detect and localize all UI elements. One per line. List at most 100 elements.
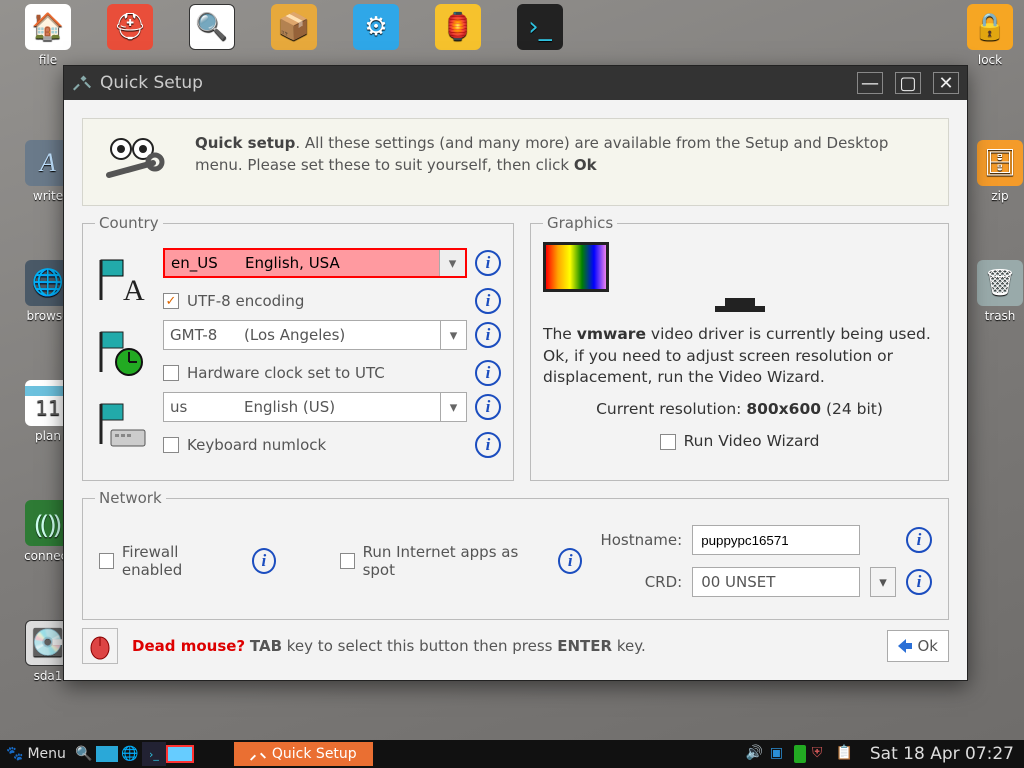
intro-text: Quick setup. All these settings (and man… <box>195 133 928 177</box>
locale-code: en_US <box>165 254 235 272</box>
taskbar-clock[interactable]: Sat 18 Apr 07:27 <box>860 744 1024 764</box>
desktop-icon-term[interactable]: ›_ <box>508 4 572 50</box>
hwclock-checkbox[interactable]: Hardware clock set to UTC <box>163 364 385 382</box>
desktop-icon-trash[interactable]: 🗑 trash <box>968 260 1024 323</box>
runwiz-label: Run Video Wizard <box>684 431 820 453</box>
taskbar-window-icon[interactable] <box>166 745 194 763</box>
numlock-checkbox[interactable]: Keyboard numlock <box>163 436 326 454</box>
chevron-down-icon[interactable]: ▾ <box>870 567 896 597</box>
spot-label: Run Internet apps as spot <box>363 543 541 579</box>
desktop-icon-label: write <box>33 189 63 203</box>
window-close-button[interactable]: ✕ <box>933 72 959 94</box>
crd-info-button[interactable]: i <box>906 569 932 595</box>
keyboard-info-button[interactable]: i <box>475 394 501 420</box>
shield-icon[interactable]: ⛨ <box>812 745 830 763</box>
svg-text:A: A <box>123 274 145 306</box>
ok-button[interactable]: Ok <box>887 630 950 662</box>
window-title: Quick Setup <box>100 73 845 93</box>
checkbox-icon <box>660 434 676 450</box>
window-minimize-button[interactable]: — <box>857 72 883 94</box>
footer-hint: Dead mouse? TAB key to select this butto… <box>132 636 646 656</box>
archive-icon: 🗄 <box>983 148 1016 178</box>
graphics-resolution: Current resolution: 800x600 (24 bit) <box>543 399 936 421</box>
chevron-down-icon: ▾ <box>440 321 466 349</box>
desktop-icon-zip[interactable]: 🗄 zip <box>968 140 1024 203</box>
clipboard-icon[interactable]: 📋 <box>836 745 854 763</box>
tz-name: (Los Angeles) <box>234 326 440 344</box>
taskbar: 🐾 Menu 🔍 🌐 ›_ Quick Setup 🔊 ▣ ⛨ 📋 Sat 18… <box>0 740 1024 768</box>
desktop-icon-label: zip <box>991 189 1008 203</box>
numlock-info-button[interactable]: i <box>475 432 501 458</box>
taskbar-active-label: Quick Setup <box>272 746 357 762</box>
write-icon: A <box>40 148 56 178</box>
hostname-input[interactable] <box>692 525 860 555</box>
desktop-icon-label: trash <box>985 309 1016 323</box>
timezone-select[interactable]: GMT-8 (Los Angeles) ▾ <box>163 320 467 350</box>
puppy-wrench-icon <box>103 133 167 191</box>
locale-info-button[interactable]: i <box>475 250 501 276</box>
menu-label: Menu <box>27 746 65 762</box>
spot-info-button[interactable]: i <box>558 548 582 574</box>
locale-select[interactable]: en_US English, USA ▾ <box>163 248 467 278</box>
search-disk-icon: 🔍 <box>196 12 228 42</box>
numlock-label: Keyboard numlock <box>187 436 326 454</box>
tz-code: GMT-8 <box>164 326 234 344</box>
desktop-icon-lock[interactable]: 🔒 lock <box>958 4 1022 67</box>
checkbox-icon <box>99 553 114 569</box>
system-tray: 🔊 ▣ ⛨ 📋 <box>740 745 860 763</box>
window-tile-icon[interactable]: ▣ <box>770 745 788 763</box>
taskbar-terminal-icon[interactable]: ›_ <box>142 742 166 766</box>
utf8-label: UTF-8 encoding <box>187 292 304 310</box>
keyboard-flag-icon <box>95 400 151 450</box>
menu-button[interactable]: 🐾 Menu <box>0 742 72 766</box>
dialog-footer: Dead mouse? TAB key to select this butto… <box>64 628 967 680</box>
hostname-info-button[interactable]: i <box>906 527 932 553</box>
window-maximize-button[interactable]: ▢ <box>895 72 921 94</box>
battery-icon[interactable] <box>794 745 806 763</box>
quick-setup-window: Quick Setup — ▢ ✕ Quick set <box>63 65 968 681</box>
graphics-fieldset: Graphics The vmware video driver is curr… <box>530 214 949 481</box>
spot-checkbox[interactable]: Run Internet apps as spot <box>340 543 540 579</box>
paw-icon: 🐾 <box>6 746 23 762</box>
crd-select[interactable]: 00 UNSET <box>692 567 860 597</box>
wifi-icon: ⸨⸩ <box>35 505 61 541</box>
lamp-icon: 🏮 <box>442 12 474 42</box>
graphics-desc: The vmware video driver is currently bei… <box>543 324 936 389</box>
taskbar-desktop-icon[interactable] <box>96 746 118 762</box>
country-legend: Country <box>95 214 163 232</box>
volume-icon[interactable]: 🔊 <box>746 745 764 763</box>
trash-icon: 🗑 <box>983 268 1016 298</box>
desktop-icon-disk[interactable]: 🔍 <box>180 4 244 50</box>
desktop-icon-label: plan <box>35 429 61 443</box>
wrench-screwdriver-icon <box>72 73 92 93</box>
crd-label: CRD: <box>600 573 682 591</box>
keyboard-select[interactable]: us English (US) ▾ <box>163 392 467 422</box>
desktop: 🏠 file ⛑ 🔍 📦 ⚙ 🏮 ›_ 🔒 lock A write 🌐 bro… <box>0 0 1024 768</box>
home-icon: 🏠 <box>32 12 64 42</box>
locale-flag-icon: A <box>95 256 151 306</box>
taskbar-active-window[interactable]: Quick Setup <box>234 742 373 766</box>
terminal-icon: ›_ <box>528 12 551 42</box>
desktop-icon-settings[interactable]: ⚙ <box>344 4 408 50</box>
desktop-icon-label: lock <box>978 53 1002 67</box>
taskbar-search-icon[interactable]: 🔍 <box>72 742 96 766</box>
desktop-icon-lamp[interactable]: 🏮 <box>426 4 490 50</box>
utf8-checkbox[interactable]: UTF-8 encoding <box>163 292 304 310</box>
utf8-info-button[interactable]: i <box>475 288 501 314</box>
arrow-left-icon <box>894 637 914 655</box>
kb-name: English (US) <box>234 398 440 416</box>
desktop-icon-help[interactable]: ⛑ <box>98 4 162 50</box>
taskbar-globe-icon[interactable]: 🌐 <box>118 742 142 766</box>
timezone-info-button[interactable]: i <box>475 322 501 348</box>
graphics-legend: Graphics <box>543 214 617 232</box>
hostname-label: Hostname: <box>600 531 682 549</box>
firewall-info-button[interactable]: i <box>252 548 276 574</box>
hwclock-info-button[interactable]: i <box>475 360 501 386</box>
desktop-icon-file[interactable]: 🏠 file <box>16 4 80 67</box>
firewall-checkbox[interactable]: Firewall enabled <box>99 543 234 579</box>
titlebar[interactable]: Quick Setup — ▢ ✕ <box>64 66 967 100</box>
locale-name: English, USA <box>235 254 439 272</box>
desktop-icon-pkg[interactable]: 📦 <box>262 4 326 50</box>
run-video-wizard-checkbox[interactable]: Run Video Wizard <box>660 431 820 453</box>
ok-label: Ok <box>918 637 939 655</box>
